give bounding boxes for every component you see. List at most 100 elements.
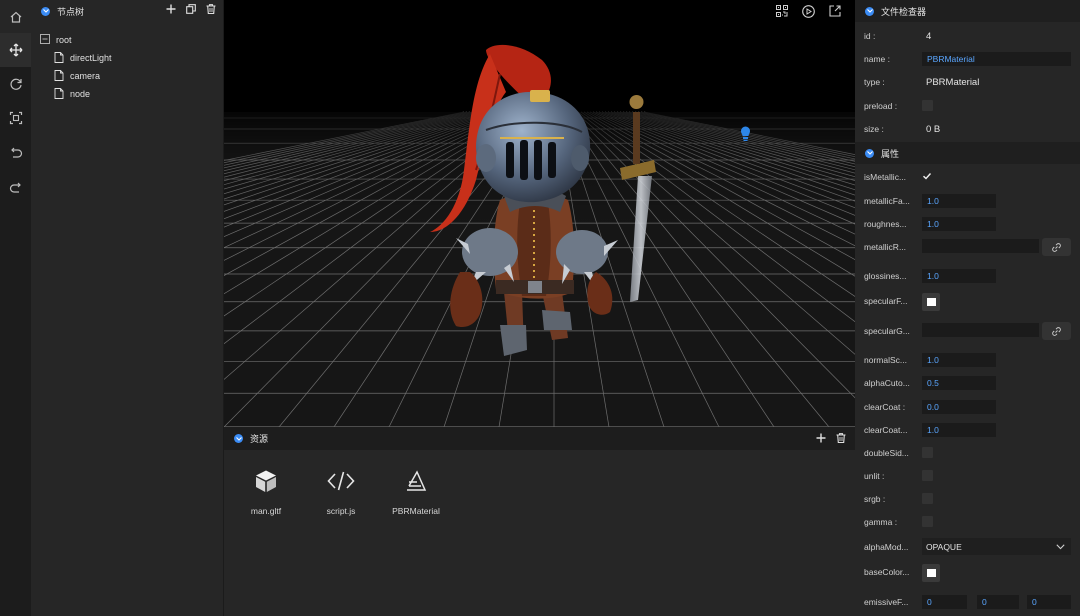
properties-title: 属性 bbox=[881, 148, 900, 159]
name-row: name : PBRMaterial bbox=[855, 51, 1080, 67]
home-icon[interactable] bbox=[0, 0, 31, 34]
metallicroughness-row: metallicR... bbox=[855, 238, 1080, 256]
type-row: type : PBRMaterial bbox=[855, 75, 1080, 89]
ismetallic-label: isMetallic... bbox=[864, 172, 907, 182]
play-icon[interactable] bbox=[802, 5, 815, 18]
roughness-input[interactable]: 1.0 bbox=[922, 217, 996, 231]
doublesided-checkbox[interactable] bbox=[922, 447, 933, 458]
node-tree-actions bbox=[166, 4, 216, 14]
name-field[interactable]: PBRMaterial bbox=[922, 52, 1071, 66]
emissive-row: emissiveF... 0 0 0 bbox=[855, 594, 1080, 610]
undo-icon[interactable] bbox=[0, 136, 31, 170]
size-value: 0 B bbox=[926, 123, 941, 135]
metallicroughness-label: metallicR... bbox=[864, 242, 907, 252]
preload-row: preload : bbox=[855, 99, 1080, 113]
basecolor-row: baseColor... bbox=[855, 563, 1080, 582]
node-tree-panel: 节点树 root directLight camera node bbox=[31, 0, 224, 616]
tree-item-camera[interactable]: camera bbox=[54, 67, 100, 85]
cube-icon bbox=[236, 469, 296, 493]
size-row: size : 0 B bbox=[855, 122, 1080, 136]
metallicfactor-row: metallicFa... 1.0 bbox=[855, 193, 1080, 209]
alphacutoff-input[interactable]: 0.5 bbox=[922, 376, 996, 390]
normalscale-label: normalSc... bbox=[864, 355, 907, 365]
asset-pbrmaterial[interactable]: PBRMaterial bbox=[386, 469, 446, 516]
unlit-row: unlit : bbox=[855, 469, 1080, 483]
collapse-icon[interactable] bbox=[41, 6, 50, 16]
glossiness-input[interactable]: 1.0 bbox=[922, 269, 996, 283]
asset-script-js[interactable]: script.js bbox=[311, 469, 371, 516]
alphamode-row: alphaMod... OPAQUE bbox=[855, 538, 1080, 556]
gamma-checkbox[interactable] bbox=[922, 516, 933, 527]
specularglossiness-row: specularG... bbox=[855, 322, 1080, 340]
unlit-label: unlit : bbox=[864, 471, 885, 481]
srgb-checkbox[interactable] bbox=[922, 493, 933, 504]
file-icon bbox=[54, 69, 64, 83]
size-label: size : bbox=[864, 124, 884, 134]
asset-label: script.js bbox=[326, 506, 356, 516]
clearcoat-row: clearCoat : 0.0 bbox=[855, 399, 1080, 415]
collapse-icon[interactable] bbox=[865, 148, 874, 158]
add-resource-icon[interactable] bbox=[816, 433, 826, 443]
alphacutoff-row: alphaCuto... 0.5 bbox=[855, 375, 1080, 391]
rotate-icon[interactable] bbox=[0, 67, 31, 101]
tree-item-root[interactable]: root bbox=[40, 31, 72, 49]
tree-item-label: directLight bbox=[70, 53, 112, 63]
link-icon[interactable] bbox=[1042, 238, 1071, 256]
chevron-down-icon bbox=[1056, 542, 1065, 552]
link-icon[interactable] bbox=[1042, 322, 1071, 340]
asset-label: man.gltf bbox=[250, 506, 282, 516]
resources-header: 资源 bbox=[224, 427, 855, 450]
unlit-checkbox[interactable] bbox=[922, 470, 933, 481]
delete-icon[interactable] bbox=[206, 4, 216, 14]
metallicfactor-input[interactable]: 1.0 bbox=[922, 194, 996, 208]
tree-item-node[interactable]: node bbox=[54, 85, 90, 103]
tree-item-directlight[interactable]: directLight bbox=[54, 49, 112, 67]
clearcoatroughness-row: clearCoat... 1.0 bbox=[855, 422, 1080, 438]
scene-viewport[interactable] bbox=[224, 0, 855, 427]
scene-canvas[interactable] bbox=[224, 0, 855, 427]
alphamode-select[interactable]: OPAQUE bbox=[922, 538, 1071, 555]
file-inspector-panel: 文件检查器 id : 4 name : PBRMaterial type : P… bbox=[855, 0, 1080, 616]
collapse-icon[interactable] bbox=[865, 6, 874, 16]
emissive-label: emissiveF... bbox=[864, 597, 909, 607]
clearcoatroughness-label: clearCoat... bbox=[864, 425, 908, 435]
tree-item-label: root bbox=[56, 35, 72, 45]
basecolor-color-swatch[interactable] bbox=[922, 564, 940, 582]
add-node-icon[interactable] bbox=[166, 4, 176, 14]
glossiness-row: glossines... 1.0 bbox=[855, 268, 1080, 284]
file-icon bbox=[54, 87, 64, 101]
roughness-row: roughnes... 1.0 bbox=[855, 216, 1080, 232]
specularfactor-color-swatch[interactable] bbox=[922, 293, 940, 311]
type-label: type : bbox=[864, 77, 885, 87]
left-toolbar bbox=[0, 0, 31, 616]
duplicate-icon[interactable] bbox=[186, 4, 196, 14]
export-icon[interactable] bbox=[829, 5, 841, 17]
checkmark-icon[interactable] bbox=[922, 171, 932, 183]
id-value: 4 bbox=[926, 30, 932, 42]
scale-icon[interactable] bbox=[0, 101, 31, 135]
file-inspector-header: 文件检查器 bbox=[855, 0, 1080, 22]
preload-label: preload : bbox=[864, 101, 898, 111]
emissive-r-input[interactable]: 0 bbox=[922, 595, 967, 609]
roughness-label: roughnes... bbox=[864, 219, 907, 229]
clearcoat-input[interactable]: 0.0 bbox=[922, 400, 996, 414]
delete-icon[interactable] bbox=[836, 433, 846, 443]
preload-checkbox[interactable] bbox=[922, 100, 933, 111]
collapse-box-icon[interactable] bbox=[40, 34, 50, 46]
srgb-row: srgb : bbox=[855, 492, 1080, 506]
qr-code-icon[interactable] bbox=[776, 5, 788, 17]
asset-man-gltf[interactable]: man.gltf bbox=[236, 469, 296, 516]
specularglossiness-texture-field[interactable] bbox=[922, 323, 1039, 337]
redo-icon[interactable] bbox=[0, 171, 31, 205]
emissive-b-input[interactable]: 0 bbox=[1027, 595, 1071, 609]
tree-item-label: node bbox=[70, 89, 91, 99]
collapse-icon[interactable] bbox=[234, 434, 243, 443]
basecolor-label: baseColor... bbox=[864, 567, 910, 577]
code-icon bbox=[311, 469, 371, 493]
metallicroughness-texture-field[interactable] bbox=[922, 239, 1039, 253]
move-icon[interactable] bbox=[0, 33, 31, 67]
emissive-g-input[interactable]: 0 bbox=[977, 595, 1019, 609]
normalscale-input[interactable]: 1.0 bbox=[922, 353, 996, 367]
gamma-label: gamma : bbox=[864, 517, 898, 527]
clearcoatroughness-input[interactable]: 1.0 bbox=[922, 423, 996, 437]
